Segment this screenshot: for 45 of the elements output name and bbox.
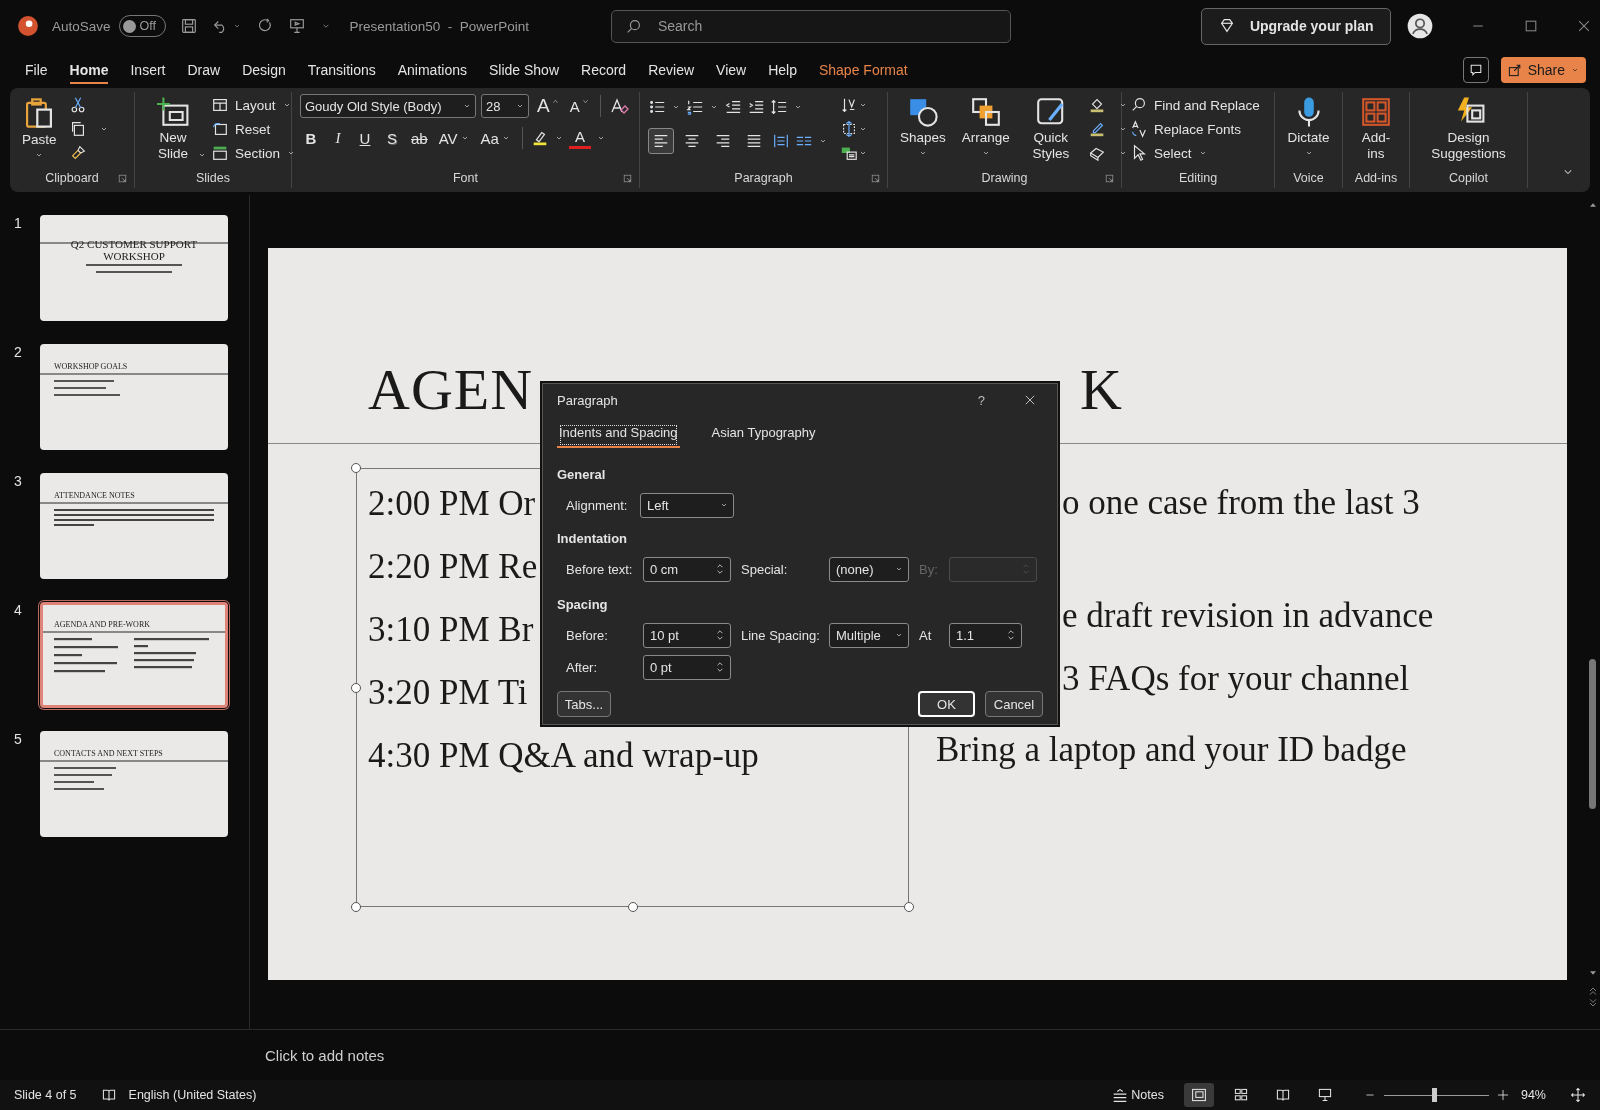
slide-number: 1: [13, 215, 23, 231]
slide-title: K: [1080, 357, 1123, 423]
group-label: Clipboard: [45, 171, 99, 185]
group-label: Font: [453, 171, 478, 185]
pre-work-item: e draft revision in advance: [1062, 596, 1434, 635]
thumbnail-title: Q2 CUSTOMER SUPPORT WORKSHOP: [69, 238, 199, 262]
slide-number: 2: [13, 344, 23, 360]
field-label: Alignment:: [566, 497, 629, 513]
pre-work-item: Bring a laptop and your ID badge: [936, 730, 1407, 769]
slide-number: 4: [13, 602, 23, 618]
window-title: Presentation50 - PowerPoint: [349, 18, 529, 34]
field-label: Before text:: [566, 561, 634, 577]
field-label: Special:: [741, 561, 789, 577]
group-label: Add-ins: [1354, 171, 1398, 185]
field-label: After:: [566, 659, 599, 675]
pre-work-item: o one case from the last 3: [1062, 483, 1420, 522]
group-label: Copilot: [1449, 171, 1488, 185]
group-label: Drawing: [981, 171, 1028, 185]
dialog-title: Paragraph: [557, 392, 618, 408]
thumbnail-title: AGENDA AND PRE-WORK: [54, 620, 151, 629]
autosave-label: AutoSave: [52, 18, 111, 34]
field-label: Line Spacing:: [741, 627, 821, 643]
section-heading: Spacing: [557, 596, 609, 614]
field-label: At: [919, 627, 933, 643]
agenda-item: 2:20 PM Re: [368, 547, 538, 586]
thumbnail-title: ATTENDANCE NOTES: [54, 491, 136, 500]
field-label: Before:: [566, 627, 609, 643]
group-label: Paragraph: [734, 171, 793, 185]
slide-counter: Slide 4 of 5: [14, 1088, 77, 1102]
slide-number: 5: [13, 731, 23, 747]
thumbnail-title: CONTACTS AND NEXT STEPS: [54, 749, 164, 758]
agenda-item: 4:30 PM Q&A and wrap-up: [368, 736, 759, 775]
section-heading: General: [557, 466, 607, 484]
agenda-item: 3:20 PM Ti: [368, 673, 528, 712]
group-label: Slides: [195, 171, 230, 185]
field-label: By:: [919, 561, 939, 577]
pre-work-item: 3 FAQs for your channel: [1062, 659, 1410, 698]
group-label: Voice: [1293, 171, 1324, 185]
thumbnail-title: WORKSHOP GOALS: [54, 362, 129, 371]
section-heading: Indentation: [557, 530, 629, 548]
group-label: Editing: [1178, 171, 1218, 185]
slide-number: 3: [13, 473, 23, 489]
agenda-item: 2:00 PM Or: [368, 484, 536, 523]
slide-title: AGEN: [368, 357, 534, 423]
agenda-item: 3:10 PM Br: [368, 610, 534, 649]
